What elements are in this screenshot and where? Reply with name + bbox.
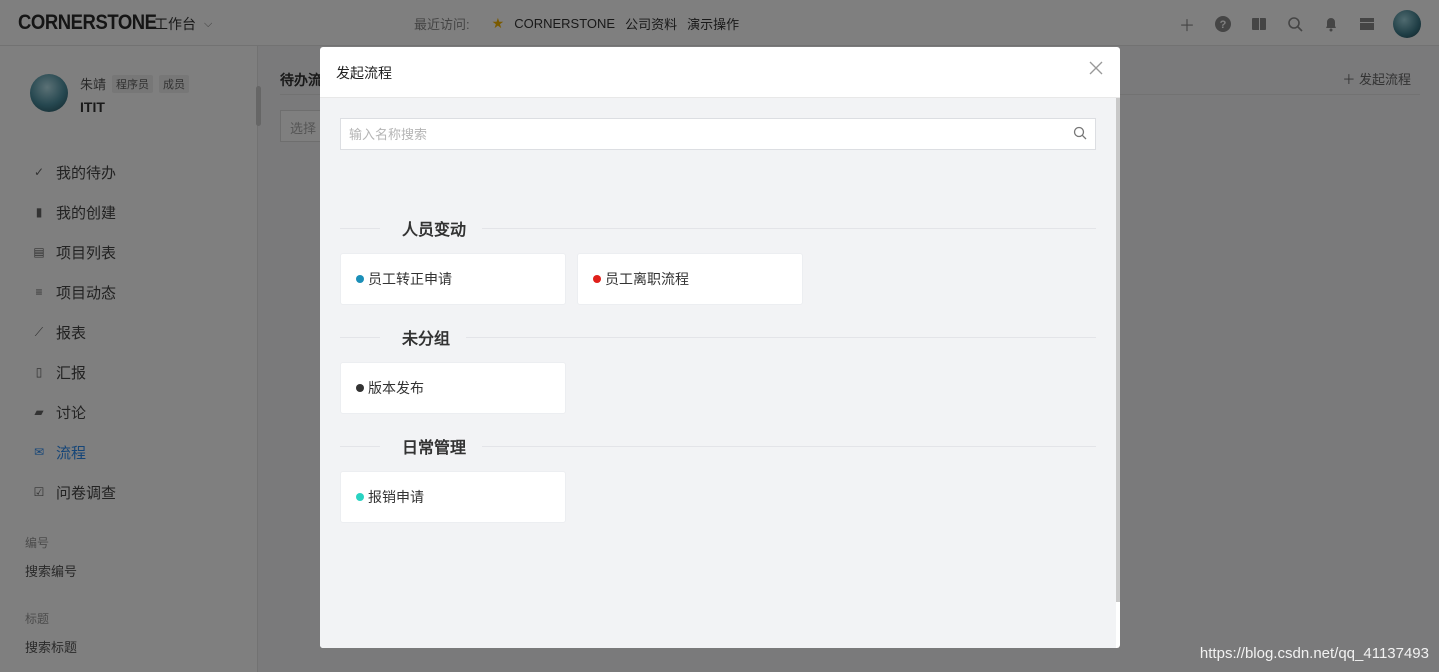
workflow-card[interactable]: 报销申请 [340,471,566,523]
status-dot [593,275,601,283]
close-icon[interactable] [1088,61,1104,77]
workflow-label: 版本发布 [368,380,424,396]
group-title: 人员变动 [402,222,467,239]
search-box [340,118,1096,150]
group-title: 日常管理 [402,440,467,457]
workflow-label: 员工转正申请 [368,271,452,287]
workflow-card[interactable]: 员工离职流程 [577,253,803,305]
watermark: https://blog.csdn.net/qq_41137493 [1199,645,1429,662]
modal-title: 发起流程 [336,65,392,81]
status-dot [356,275,364,283]
search-icon[interactable] [1073,126,1087,140]
start-workflow-modal: 发起流程 人员变动 员工转正申请 员工离职流程 未分组 版本发布 [320,47,1120,648]
workflow-label: 员工离职流程 [605,271,689,287]
group-title: 未分组 [402,331,451,348]
search-input[interactable] [349,126,1049,142]
workflow-card[interactable]: 员工转正申请 [340,253,566,305]
status-dot [356,384,364,392]
workflow-label: 报销申请 [368,489,424,505]
modal-header: 发起流程 [320,47,1120,98]
group-header: 未分组 [340,325,1096,349]
group-header: 日常管理 [340,434,1096,458]
modal-scrollbar[interactable] [1116,98,1120,602]
group-header: 人员变动 [340,216,1096,240]
status-dot [356,493,364,501]
workflow-card[interactable]: 版本发布 [340,362,566,414]
modal-body: 人员变动 员工转正申请 员工离职流程 未分组 版本发布 日常管理 报销申请 [320,98,1116,648]
